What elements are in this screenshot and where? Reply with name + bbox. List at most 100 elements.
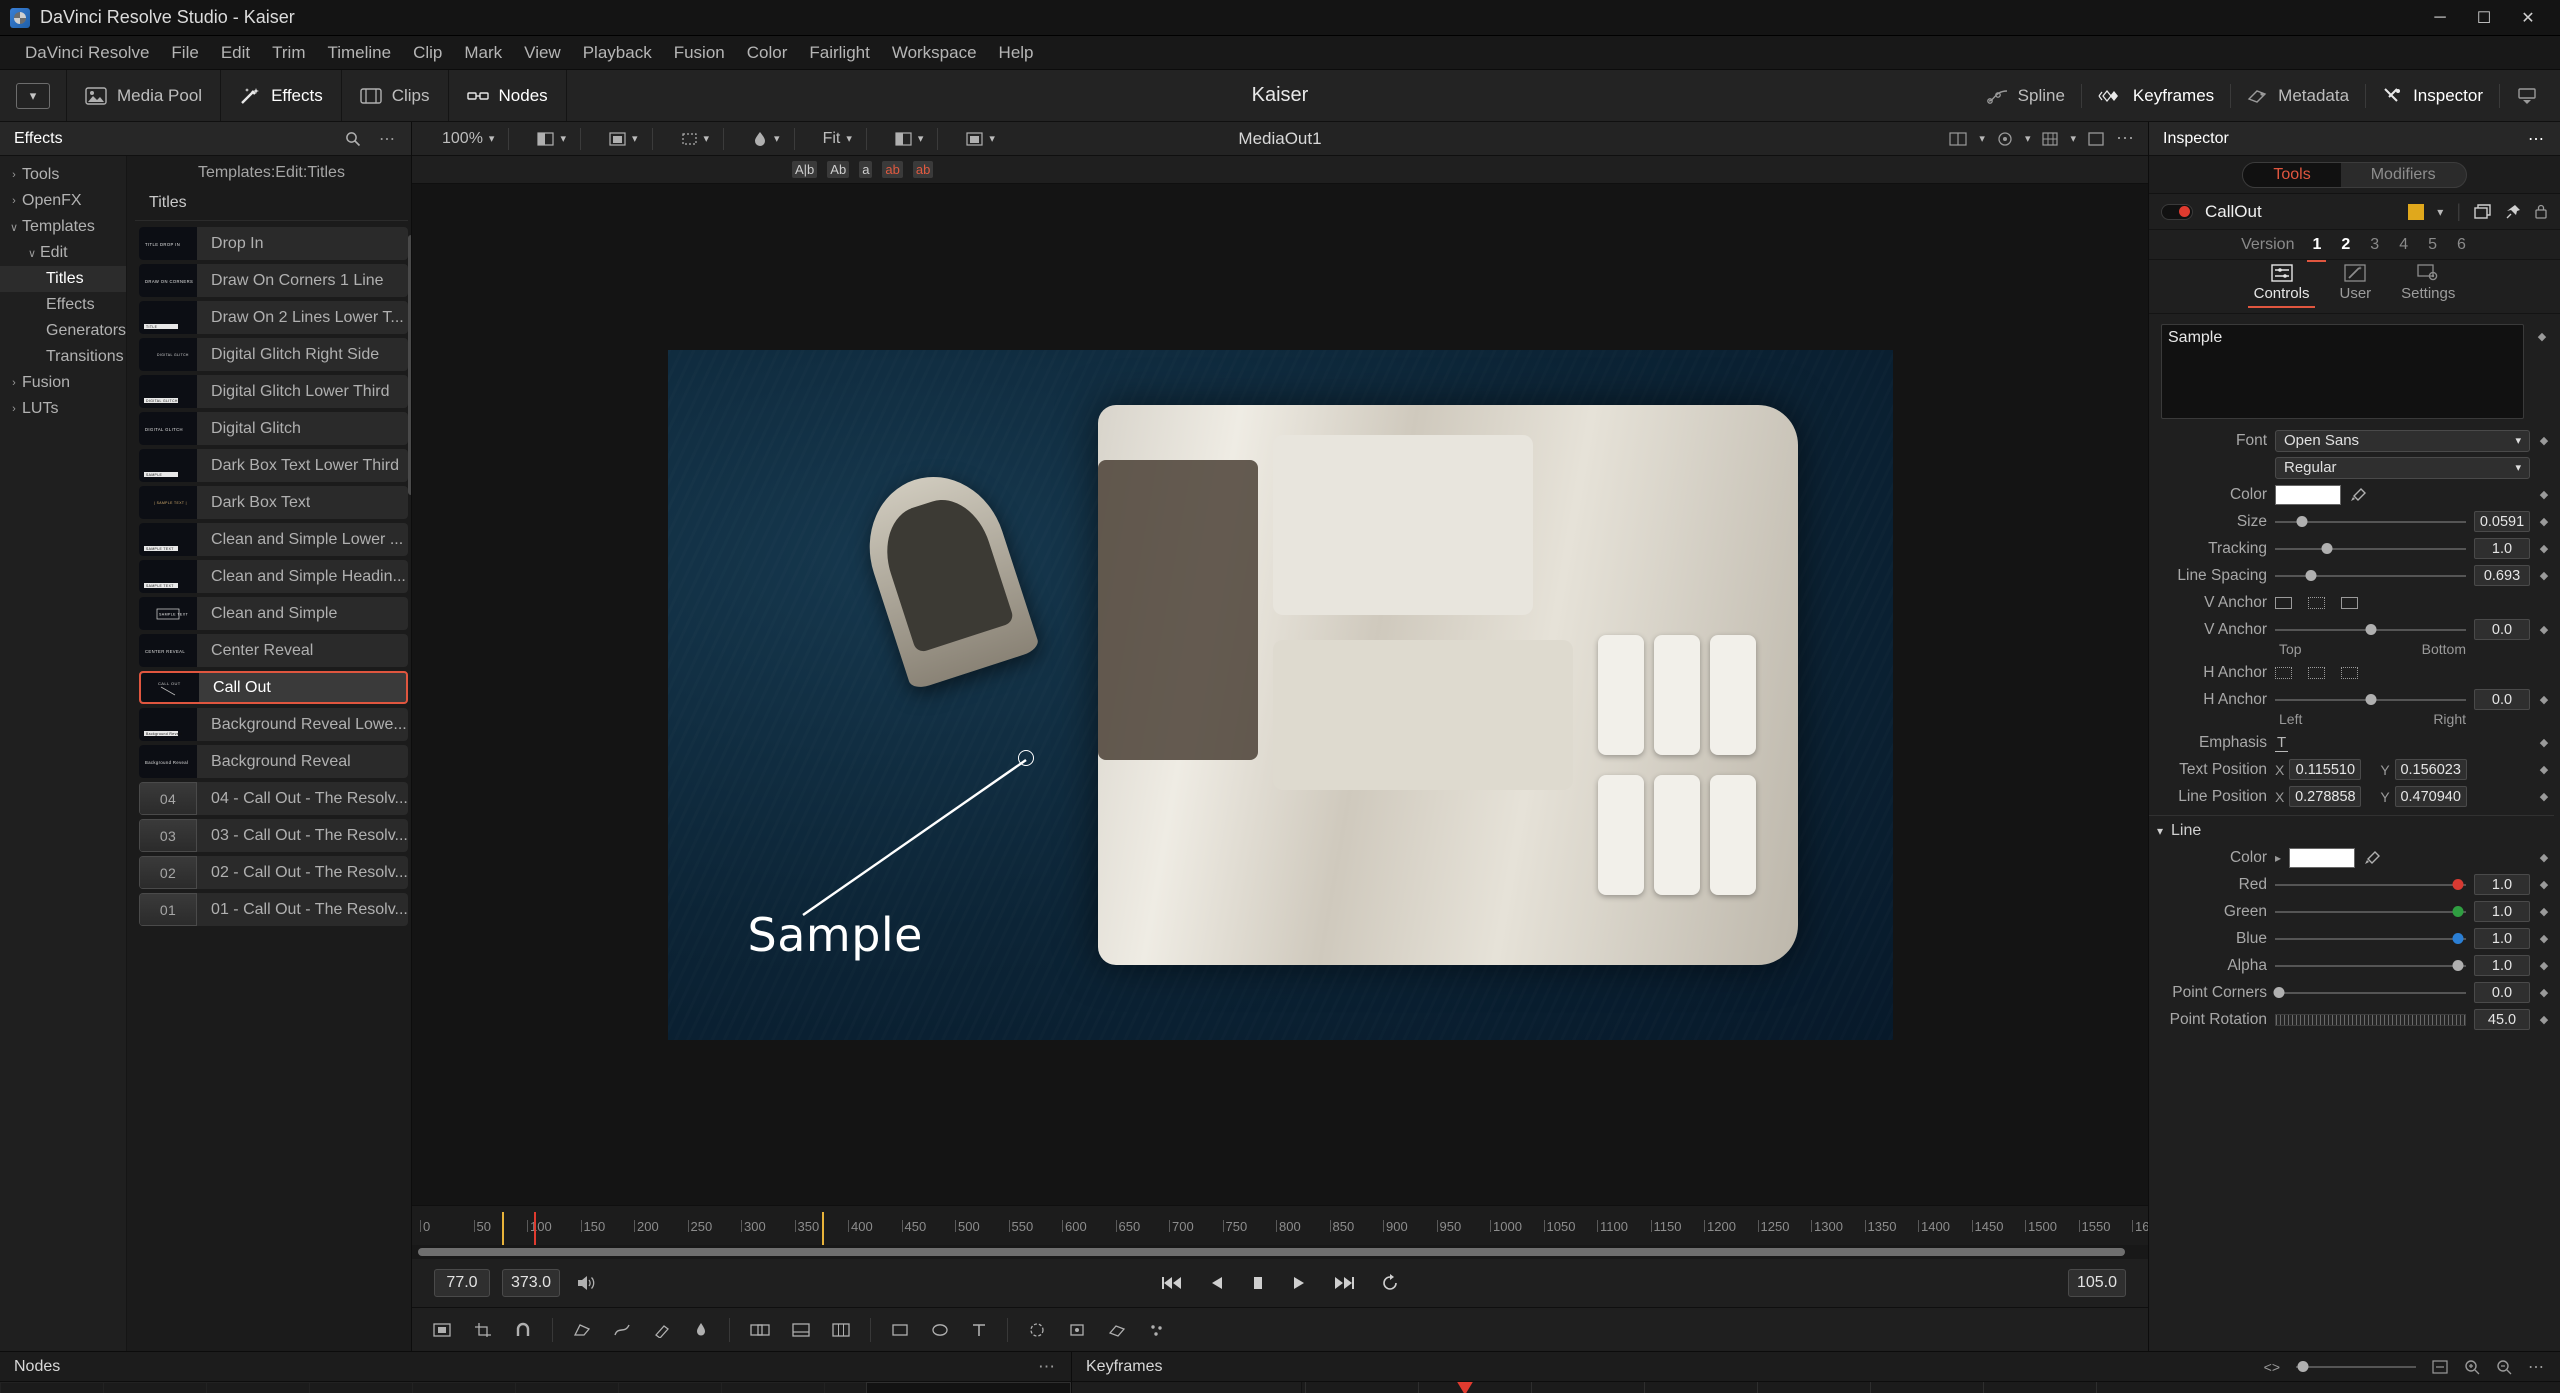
tree-item-titles[interactable]: Titles bbox=[0, 266, 127, 292]
effect-list-item[interactable]: TITLE Draw On 2 Lines Lower T... bbox=[139, 301, 408, 334]
keyframe-diamond-icon[interactable]: ◆ bbox=[2538, 488, 2550, 501]
loop-icon[interactable] bbox=[1381, 1274, 1399, 1292]
keyframe-diamond-icon[interactable]: ◆ bbox=[2538, 986, 2550, 999]
tree-item-luts[interactable]: › LUTs bbox=[0, 396, 126, 422]
viewer-tool-rect-mask-icon[interactable] bbox=[891, 1322, 909, 1338]
viewer-tool-polygon-icon[interactable] bbox=[573, 1322, 591, 1338]
menu-view[interactable]: View bbox=[513, 39, 572, 67]
line-spacing-value[interactable]: 0.693 bbox=[2474, 565, 2530, 586]
point-rotation-value[interactable]: 45.0 bbox=[2474, 1009, 2530, 1030]
effect-list-item[interactable]: SAMPLE TEXT Clean and Simple bbox=[139, 597, 408, 630]
tree-item-templates[interactable]: ∨ Templates bbox=[0, 214, 126, 240]
viewer-tool-drop-icon[interactable] bbox=[693, 1322, 709, 1338]
effects-list[interactable]: TITLE DROP IN Drop In DRAW ON CORNERS Draw … bbox=[127, 227, 411, 1351]
keyframe-diamond-icon[interactable]: ◆ bbox=[2538, 569, 2550, 582]
line-spacing-slider[interactable] bbox=[2275, 569, 2466, 583]
size-slider[interactable] bbox=[2275, 515, 2466, 529]
tree-item-generators[interactable]: Generators bbox=[0, 318, 126, 344]
line-green-value[interactable]: 1.0 bbox=[2474, 901, 2530, 922]
keyframe-diamond-icon[interactable]: ◆ bbox=[2538, 878, 2550, 891]
keyframes-zoom-in-icon[interactable] bbox=[2464, 1359, 2480, 1375]
keyframe-diamond-icon[interactable]: ◆ bbox=[2538, 736, 2550, 749]
viewer-playhead[interactable] bbox=[534, 1212, 536, 1245]
keyframes-zoom-slider[interactable] bbox=[2296, 1360, 2416, 1374]
font-select[interactable]: Open Sans ▾ bbox=[2275, 429, 2530, 452]
size-value[interactable]: 0.0591 bbox=[2474, 511, 2530, 532]
effect-list-item[interactable]: 01 01 - Call Out - The Resolv... bbox=[139, 893, 408, 926]
menu-edit[interactable]: Edit bbox=[210, 39, 261, 67]
effect-list-item[interactable]: SAMPLE Dark Box Text Lower Third bbox=[139, 449, 408, 482]
v-anchor-slider[interactable] bbox=[2275, 623, 2466, 637]
chevron-right-icon[interactable]: ▸ bbox=[2275, 851, 2281, 865]
viewer-tool-tracker-icon[interactable] bbox=[1068, 1322, 1086, 1338]
minimize-button[interactable]: ─ bbox=[2418, 0, 2462, 36]
text-color-swatch[interactable] bbox=[2275, 484, 2341, 505]
effect-list-item[interactable]: 04 04 - Call Out - The Resolv... bbox=[139, 782, 408, 815]
effect-list-item[interactable]: CENTER REVEAL Center Reveal bbox=[139, 634, 408, 667]
menu-clip[interactable]: Clip bbox=[402, 39, 453, 67]
text-position-y-value[interactable]: 0.156023 bbox=[2394, 759, 2467, 780]
v-anchor-value[interactable]: 0.0 bbox=[2474, 619, 2530, 640]
tab-modifiers[interactable]: Modifiers bbox=[2341, 163, 2466, 187]
viewer-tool-bspline-icon[interactable] bbox=[613, 1322, 631, 1338]
nodes-options-icon[interactable]: ⋯ bbox=[1038, 1357, 1057, 1377]
tree-item-transitions[interactable]: Transitions bbox=[0, 344, 126, 370]
node-color-swatch[interactable] bbox=[2408, 203, 2425, 220]
text-position-x-value[interactable]: 0.115510 bbox=[2289, 759, 2362, 780]
viewer-tool-planar-icon[interactable] bbox=[1108, 1322, 1126, 1338]
tree-item-openfx[interactable]: › OpenFX bbox=[0, 188, 126, 214]
toolbar-nodes[interactable]: Nodes bbox=[449, 70, 567, 121]
version-button-5[interactable]: 5 bbox=[2426, 234, 2439, 256]
collapse-panel-button[interactable] bbox=[2500, 84, 2554, 108]
menu-davinci-resolve[interactable]: DaVinci Resolve bbox=[14, 39, 160, 67]
menu-fusion[interactable]: Fusion bbox=[663, 39, 736, 67]
menu-mark[interactable]: Mark bbox=[453, 39, 513, 67]
subtab-user[interactable]: User bbox=[2339, 264, 2371, 308]
tracking-slider[interactable] bbox=[2275, 542, 2466, 556]
keyframes-expand-icon[interactable]: <> bbox=[2264, 1359, 2280, 1375]
point-rotation-dial[interactable] bbox=[2275, 1013, 2466, 1026]
keyframe-diamond-icon[interactable]: ◆ bbox=[2538, 790, 2550, 803]
tree-item-tools[interactable]: › Tools bbox=[0, 162, 126, 188]
keyframe-diamond-icon[interactable]: ◆ bbox=[2536, 330, 2548, 343]
node-enable-toggle[interactable] bbox=[2161, 203, 2193, 220]
keyframe-diamond-icon[interactable]: ◆ bbox=[2538, 959, 2550, 972]
keyframe-diamond-icon[interactable]: ◆ bbox=[2538, 542, 2550, 555]
viewer-tool-grid-icon[interactable] bbox=[832, 1322, 850, 1338]
menu-playback[interactable]: Playback bbox=[572, 39, 663, 67]
emphasis-underline-icon[interactable]: T bbox=[2275, 734, 2289, 752]
viewer-tool-magnet-icon[interactable] bbox=[514, 1322, 532, 1338]
version-button-2[interactable]: 2 bbox=[2339, 234, 2352, 256]
keyframe-diamond-icon[interactable]: ◆ bbox=[2538, 851, 2550, 864]
maximize-button[interactable]: ☐ bbox=[2462, 0, 2506, 36]
viewer-tool-blur-icon[interactable] bbox=[1028, 1322, 1046, 1338]
h-anchor-slider[interactable] bbox=[2275, 693, 2466, 707]
menu-color[interactable]: Color bbox=[736, 39, 799, 67]
viewer-tool-transform-icon[interactable] bbox=[432, 1322, 452, 1338]
keyframes-ruler[interactable]: -500050010001500200025003000 bbox=[1302, 1382, 2560, 1393]
menu-timeline[interactable]: Timeline bbox=[316, 39, 402, 67]
search-icon[interactable] bbox=[345, 131, 361, 147]
keyframe-diamond-icon[interactable]: ◆ bbox=[2538, 623, 2550, 636]
h-anchor-value[interactable]: 0.0 bbox=[2474, 689, 2530, 710]
text-highlight-tool-icon[interactable]: ab bbox=[912, 161, 934, 178]
subtab-settings[interactable]: Settings bbox=[2401, 264, 2455, 308]
keyframes-fit-icon[interactable] bbox=[2432, 1359, 2448, 1374]
text-underline-tool-icon[interactable]: Ab bbox=[827, 161, 850, 178]
toolbar-clips[interactable]: Clips bbox=[342, 70, 449, 121]
in-point-marker[interactable] bbox=[502, 1212, 504, 1245]
menu-workspace[interactable]: Workspace bbox=[881, 39, 988, 67]
eyedropper-icon[interactable] bbox=[2363, 850, 2381, 866]
viewer-canvas[interactable]: Sample bbox=[412, 184, 2148, 1205]
effect-list-item[interactable]: Background Reveal Background Reveal Lowe.… bbox=[139, 708, 408, 741]
chevron-down-icon[interactable]: ▾ bbox=[2437, 205, 2443, 219]
line-blue-value[interactable]: 1.0 bbox=[2474, 928, 2530, 949]
first-frame-icon[interactable] bbox=[1161, 1275, 1183, 1291]
h-anchor-center-icon[interactable] bbox=[2308, 666, 2325, 679]
inspector-options-icon[interactable]: ⋯ bbox=[2528, 129, 2546, 149]
toolbar-spline[interactable]: Spline bbox=[1971, 83, 2082, 108]
last-frame-icon[interactable] bbox=[1333, 1275, 1355, 1291]
keyframe-diamond-icon[interactable]: ◆ bbox=[2538, 932, 2550, 945]
viewer-timeline-ruler[interactable]: 0 50 100 150 200 250 300 350 400 450 500 550 600 650 7… bbox=[412, 1205, 2148, 1245]
line-red-value[interactable]: 1.0 bbox=[2474, 874, 2530, 895]
